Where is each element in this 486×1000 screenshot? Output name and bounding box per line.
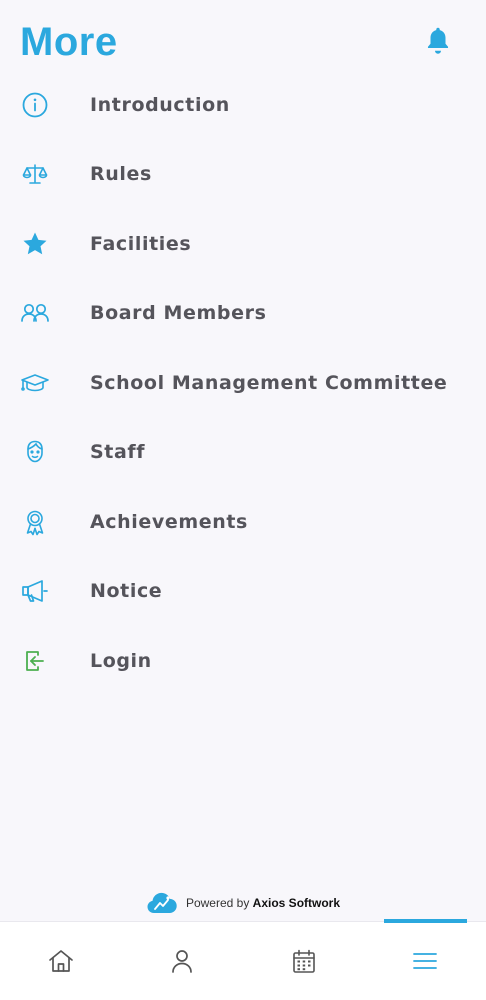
menu-item-label: Notice	[90, 580, 163, 603]
megaphone-icon	[19, 575, 51, 607]
bottom-navigation	[0, 919, 486, 1000]
page-title: More	[20, 20, 118, 64]
nav-profile[interactable]	[122, 922, 244, 1000]
menu-item-label: Facilities	[90, 232, 192, 255]
graduation-cap-icon	[19, 367, 51, 399]
nav-home[interactable]	[0, 922, 122, 1000]
menu-item-label: Login	[90, 649, 152, 672]
menu-item-staff[interactable]: Staff	[0, 418, 486, 488]
menu-item-label: Staff	[90, 441, 146, 464]
menu-item-login[interactable]: Login	[0, 626, 486, 696]
menu-item-label: Achievements	[90, 510, 248, 533]
brand-name: Axios Softwork	[252, 896, 341, 910]
people-icon	[19, 297, 51, 329]
face-icon	[19, 436, 51, 468]
menu-item-notice[interactable]: Notice	[0, 557, 486, 627]
active-tab-indicator	[383, 919, 467, 923]
powered-by-footer: Powered by Axios Softwork	[0, 886, 486, 920]
star-icon	[19, 228, 51, 260]
nav-more[interactable]	[365, 919, 486, 1000]
header: More	[0, 0, 486, 80]
menu-item-facilities[interactable]: Facilities	[0, 209, 486, 279]
nav-calendar[interactable]	[243, 922, 365, 1000]
menu-item-label: Introduction	[90, 93, 230, 116]
info-icon	[19, 89, 51, 121]
scales-icon	[19, 158, 51, 190]
menu-item-achievements[interactable]: Achievements	[0, 487, 486, 557]
login-icon	[19, 645, 51, 677]
menu-item-introduction[interactable]: Introduction	[0, 70, 486, 140]
home-icon	[48, 950, 73, 972]
bell-icon[interactable]	[424, 26, 452, 56]
menu-icon	[413, 953, 438, 969]
menu-item-rules[interactable]: Rules	[0, 140, 486, 210]
award-ribbon-icon	[19, 506, 51, 538]
menu-item-label: School Management Committee	[90, 371, 448, 394]
more-menu: Introduction Rules Facilities Board Memb…	[0, 70, 486, 696]
menu-item-school-management-committee[interactable]: School Management Committee	[0, 348, 486, 418]
calendar-icon	[292, 949, 315, 973]
menu-item-board-members[interactable]: Board Members	[0, 279, 486, 349]
menu-item-label: Board Members	[90, 302, 267, 325]
person-icon	[172, 950, 193, 973]
axios-logo	[147, 892, 177, 913]
powered-by-text: Powered by Axios Softwork	[185, 896, 341, 910]
menu-item-label: Rules	[90, 163, 152, 186]
